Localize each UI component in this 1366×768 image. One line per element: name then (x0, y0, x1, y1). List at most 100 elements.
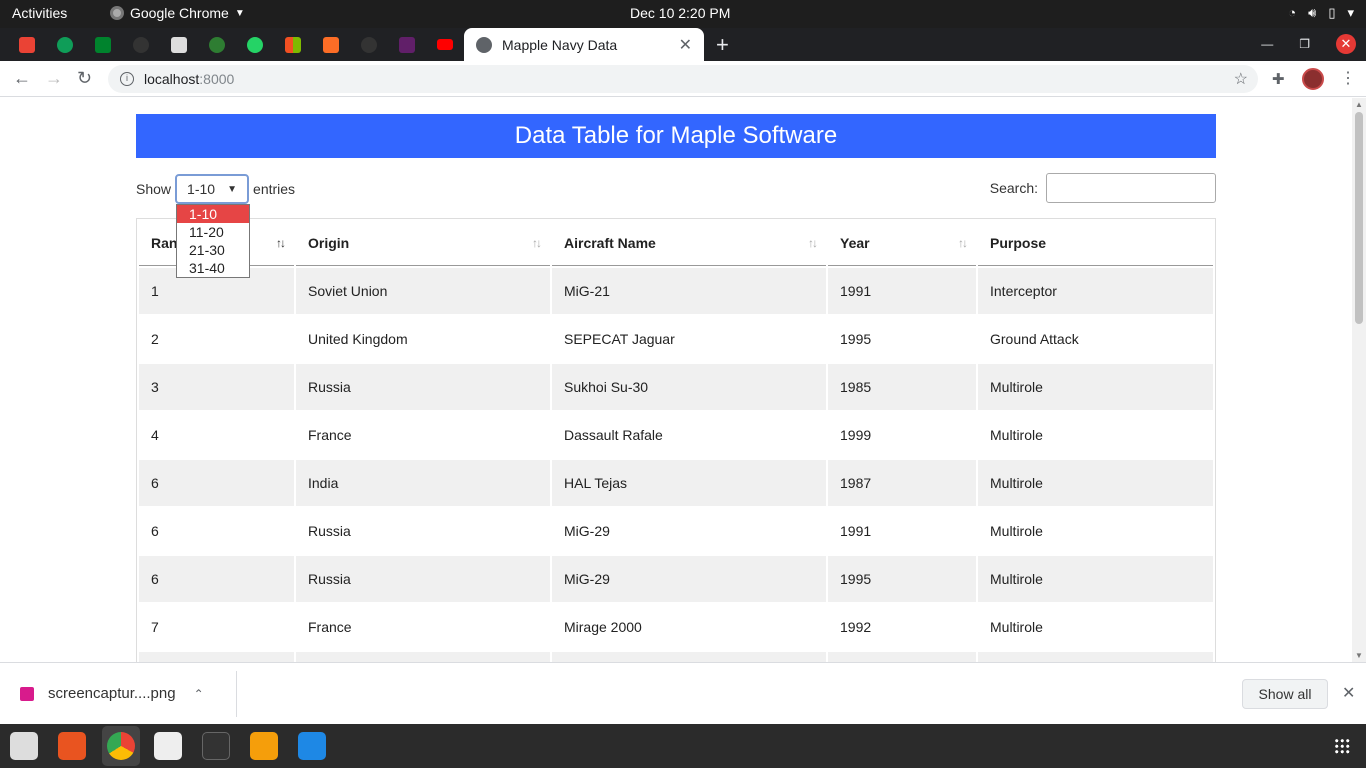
pinned-tab-youtube[interactable] (426, 28, 464, 61)
cell-origin: France (308, 427, 352, 443)
new-tab-button[interactable]: + (716, 32, 729, 58)
cell-purpose (978, 652, 1213, 662)
forward-icon[interactable]: → (45, 68, 63, 89)
chrome-icon (110, 6, 124, 20)
column-header-year[interactable]: Year ↑↓ (828, 221, 976, 266)
close-window-icon[interactable]: ✕ (1336, 34, 1356, 54)
address-bar[interactable]: i localhost:8000 ☆ (108, 65, 1258, 93)
data-table: Rank ↑↓ Origin ↑↓ Aircraft Name ↑↓ Year ↑↓ P… (136, 218, 1216, 662)
tab-title: Mapple Navy Data (502, 36, 618, 53)
column-header-origin[interactable]: Origin ↑↓ (296, 221, 550, 266)
cell-purpose: Multirole (990, 619, 1043, 635)
table-row: 6 Russia MiG-29 1995 Multirole (139, 556, 1213, 602)
app-menu[interactable]: Google Chrome ▼ (110, 5, 245, 21)
bookmark-star-icon[interactable]: ☆ (1234, 69, 1248, 89)
window-controls: — ❐ ✕ (1261, 34, 1356, 54)
globe-icon (476, 36, 492, 53)
back-icon[interactable]: ← (13, 68, 31, 89)
chrome-icon[interactable] (107, 732, 135, 760)
scroll-up-icon[interactable]: ▲ (1355, 100, 1363, 109)
pinned-tab-meet[interactable] (84, 28, 122, 61)
tab-active[interactable]: Mapple Navy Data ✕ (464, 28, 704, 61)
dropdown-option[interactable]: 21-30 (177, 241, 249, 259)
table-row: 1 Soviet Union MiG-21 1991 Interceptor (139, 268, 1213, 314)
dropdown-option[interactable]: 11-20 (177, 223, 249, 241)
terminal-icon[interactable] (202, 732, 230, 760)
pinned-tab-slack[interactable] (388, 28, 426, 61)
kebab-menu-icon[interactable]: ⋮ (1340, 68, 1356, 88)
avatar[interactable] (1302, 68, 1324, 90)
table-search: Search: (990, 173, 1216, 203)
pinned-tab-hangouts[interactable] (46, 28, 84, 61)
software-center-icon[interactable] (58, 732, 86, 760)
search-input[interactable] (1046, 173, 1216, 203)
pinned-tab-github-2[interactable] (350, 28, 388, 61)
cell-year: 1992 (840, 619, 872, 635)
reload-icon[interactable]: ↻ (77, 68, 92, 89)
cell-purpose: Multirole (990, 523, 1043, 539)
pinned-tab-github[interactable] (122, 28, 160, 61)
entries-label: entries (253, 181, 296, 197)
cell-origin: Russia (308, 523, 351, 539)
youtube-icon (437, 39, 453, 50)
system-tray[interactable]: ◔ 🔊︎ ▯ ▾ (1288, 5, 1354, 21)
info-icon[interactable]: i (120, 72, 134, 86)
pinned-tab-microsoft[interactable] (274, 28, 312, 61)
search-label: Search: (989, 180, 1038, 196)
dropdown-option[interactable]: 31-40 (177, 259, 249, 277)
cell-origin: Russia (296, 364, 550, 410)
column-header-label: Aircraft Name (564, 235, 656, 251)
gmail-icon (19, 36, 35, 53)
clock[interactable]: Dec 10 2:20 PM (630, 5, 730, 21)
pinned-tab-whatsapp[interactable] (236, 28, 274, 61)
entries-select[interactable]: 1-10 ▼ (175, 174, 250, 204)
caret-down-icon: ▼ (234, 7, 245, 19)
meet-icon (95, 36, 111, 53)
table-row: 6 India HAL Tejas 1987 Multirole (139, 460, 1213, 506)
url-port: :8000 (199, 71, 235, 87)
chevron-up-icon[interactable]: ⌃ (194, 687, 204, 701)
cell-year: 1995 (840, 331, 872, 347)
cell-aircraft-name: Sukhoi Su-30 (552, 364, 826, 410)
cell-rank (139, 652, 294, 662)
close-icon[interactable]: ✕ (1342, 683, 1355, 703)
chevron-down-icon: ▼ (227, 183, 238, 195)
pinned-tab-gmail[interactable] (8, 28, 46, 61)
minimize-icon[interactable]: — (1261, 37, 1273, 51)
dropdown-option[interactable]: 1-10 (177, 205, 249, 223)
extensions-puzzle-icon[interactable]: ✚ (1272, 70, 1285, 88)
show-applications-icon[interactable] (1334, 738, 1350, 754)
cell-purpose: Multirole (978, 364, 1213, 410)
cell-aircraft-name: Dassault Rafale (564, 427, 663, 443)
sublime-text-icon[interactable] (250, 732, 278, 760)
files-icon[interactable] (10, 732, 38, 760)
scrollbar-thumb[interactable] (1355, 112, 1363, 324)
cell-rank: 4 (151, 427, 159, 443)
close-tab-icon[interactable]: ✕ (679, 35, 692, 55)
pinned-tab-hand[interactable] (160, 28, 198, 61)
scroll-down-icon[interactable]: ▼ (1355, 651, 1363, 660)
page-scrollbar[interactable]: ▲ ▼ (1352, 98, 1366, 662)
download-item[interactable]: screencaptur....png ⌃ (20, 685, 204, 702)
text-editor-icon[interactable] (154, 732, 182, 760)
cell-purpose: Multirole (978, 460, 1213, 506)
cell-rank: 6 (139, 460, 294, 506)
page-title: Data Table for Maple Software (136, 114, 1216, 158)
activities-button[interactable]: Activities (12, 5, 67, 21)
github-icon (361, 36, 377, 53)
url-host: localhost (144, 71, 200, 87)
restore-icon[interactable]: ❐ (1299, 37, 1310, 51)
cell-rank: 2 (151, 331, 159, 347)
show-all-button[interactable]: Show all (1242, 679, 1328, 709)
column-header-aircraft-name[interactable]: Aircraft Name ↑↓ (552, 221, 826, 266)
pinned-tab-settings[interactable] (198, 28, 236, 61)
vscode-icon[interactable] (298, 732, 326, 760)
cell-origin: Soviet Union (296, 268, 550, 314)
cell-rank: 6 (151, 523, 159, 539)
cell-purpose: Ground Attack (990, 331, 1079, 347)
table-row: 2 United Kingdom SEPECAT Jaguar 1995 Gro… (139, 316, 1213, 362)
table-row: 7 France Mirage 2000 1992 Multirole (139, 604, 1213, 650)
slack-icon (399, 36, 415, 53)
cell-aircraft-name: SEPECAT Jaguar (564, 331, 675, 347)
pinned-tab-gitlab[interactable] (312, 28, 350, 61)
